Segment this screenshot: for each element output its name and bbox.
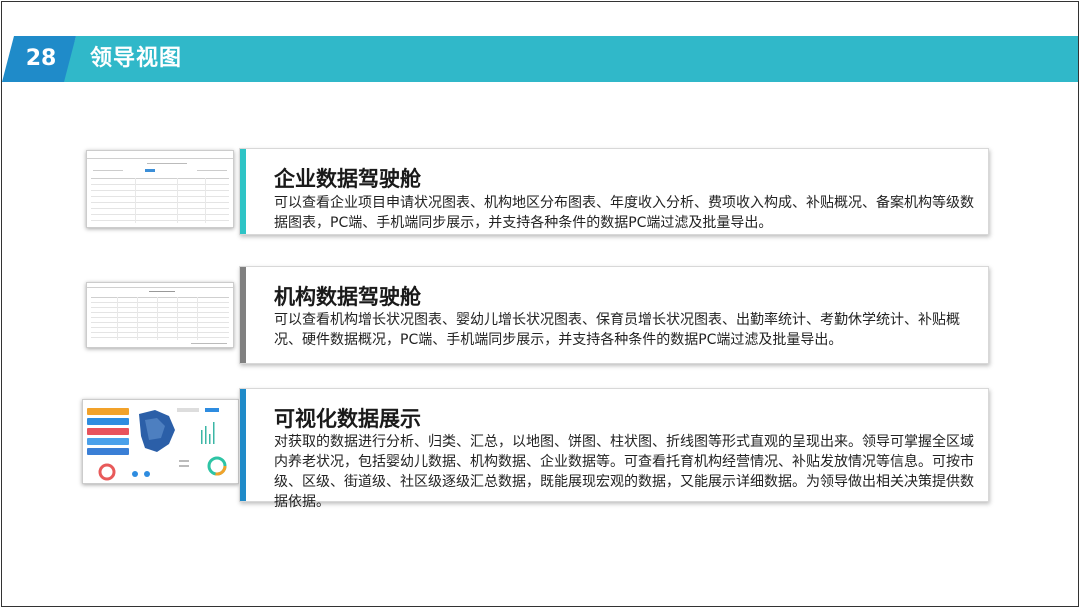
card-accent-bar	[240, 149, 246, 234]
visualization-dashboard-thumbnail	[82, 399, 239, 484]
section-description: 可以查看企业项目申请状况图表、机构地区分布图表、年度收入分析、费项收入构成、补贴…	[274, 195, 974, 231]
institution-dashboard-thumbnail	[86, 282, 234, 348]
card-accent-bar	[240, 267, 246, 363]
section-title: 机构数据驾驶舱	[274, 285, 421, 309]
enterprise-dashboard-thumbnail	[86, 150, 234, 228]
section-description: 可以查看机构增长状况图表、婴幼儿增长状况图表、保育员增长状况图表、出勤率统计、考…	[274, 312, 960, 348]
visualization-preview-graphic	[83, 400, 238, 483]
section-card-enterprise: 企业数据驾驶舱 可以查看企业项目申请状况图表、机构地区分布图表、年度收入分析、费…	[239, 148, 989, 235]
page-number: 28	[25, 46, 57, 71]
slide: 28 领导视图 企业数据驾驶舱 可以查看企业项目申请状况图表、机构地区分布图表、…	[1, 1, 1079, 607]
section-description: 对获取的数据进行分析、归类、汇总，以地图、饼图、柱状图、折线图等形式直观的呈现出…	[274, 434, 974, 510]
section-card-institution: 机构数据驾驶舱 可以查看机构增长状况图表、婴幼儿增长状况图表、保育员增长状况图表…	[239, 266, 989, 364]
section-title: 可视化数据展示	[274, 407, 421, 431]
page-title: 领导视图	[90, 46, 183, 71]
header-bar	[62, 36, 1078, 82]
section-card-visualization: 可视化数据展示 对获取的数据进行分析、归类、汇总，以地图、饼图、柱状图、折线图等…	[239, 388, 989, 510]
section-title: 企业数据驾驶舱	[274, 167, 421, 191]
card-accent-bar	[240, 389, 246, 501]
